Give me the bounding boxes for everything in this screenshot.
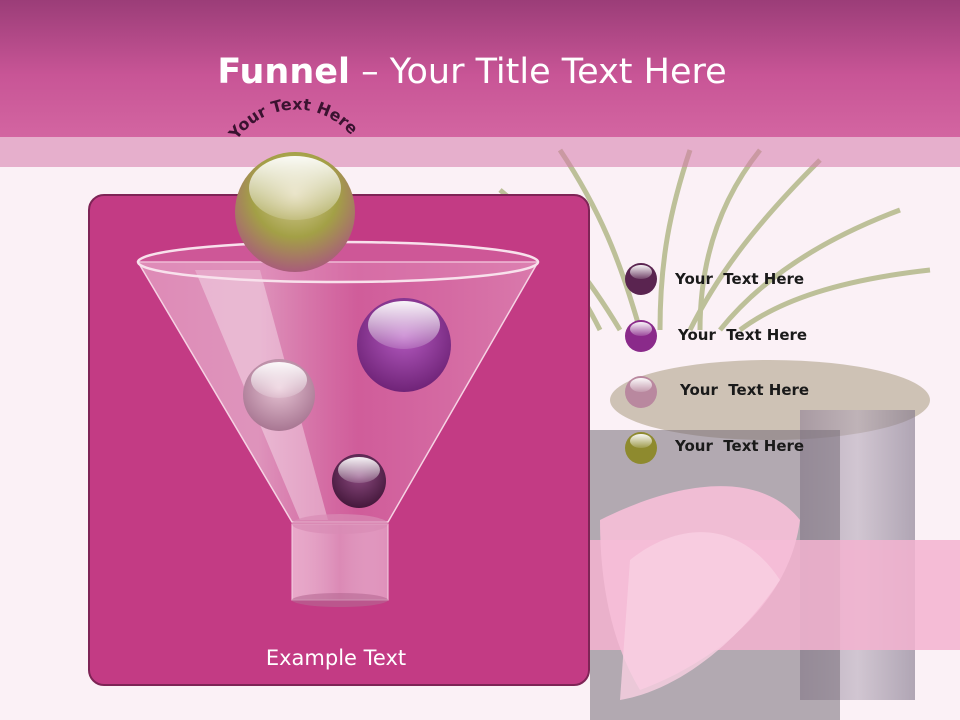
- legend-label-2[interactable]: Your Text Here: [678, 325, 807, 345]
- funnel-spout: [291, 523, 389, 601]
- legend-ball-4-icon: [625, 432, 657, 464]
- slide: Funnel – Your Title Text Here Your Text …: [0, 0, 960, 720]
- ball-purple-icon: [357, 298, 451, 392]
- funnel-graphic: Your Text Here: [136, 94, 657, 607]
- legend-ball-1-icon: [625, 263, 657, 295]
- legend-label-1[interactable]: Your Text Here: [675, 269, 804, 289]
- legend-ball-3-icon: [625, 376, 657, 408]
- legend-ball-2-icon: [625, 320, 657, 352]
- example-text[interactable]: Example Text: [186, 646, 486, 670]
- legend-label-4[interactable]: Your Text Here: [675, 436, 804, 456]
- ball-dark-icon: [332, 454, 386, 508]
- ball-mauve-icon: [243, 359, 315, 431]
- arc-text: Your Text Here: [224, 94, 362, 143]
- ball-olive-icon: [235, 152, 355, 272]
- svg-text:Your Text Here: Your Text Here: [224, 94, 362, 143]
- legend-label-3[interactable]: Your Text Here: [680, 380, 809, 400]
